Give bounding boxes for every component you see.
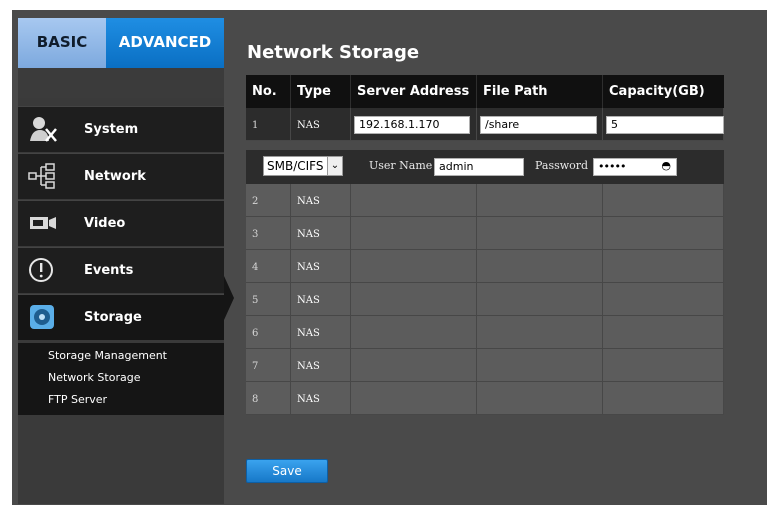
submenu-storage-management[interactable]: Storage Management <box>48 349 167 362</box>
storage-submenu: Storage Management Network Storage FTP S… <box>18 343 224 415</box>
sidebar-item-events[interactable]: Events <box>18 247 224 293</box>
row-number: 8 <box>246 382 291 415</box>
row-type: NAS <box>291 217 351 250</box>
file-path-input[interactable]: /share <box>480 116 597 134</box>
password-mask: ••••• <box>598 160 626 173</box>
server-address-cell <box>351 283 477 316</box>
tab-advanced[interactable]: ADVANCED <box>106 18 224 68</box>
capacity-cell: 5 <box>603 108 724 141</box>
file-path-cell <box>477 217 603 250</box>
row-type: NAS <box>291 382 351 415</box>
capacity-cell <box>603 250 724 283</box>
username-input[interactable]: admin <box>434 158 524 176</box>
table-row[interactable]: 5 NAS <box>246 283 724 316</box>
table-header: No. Type Server Address File Path Capaci… <box>246 75 724 108</box>
row-type: NAS <box>291 250 351 283</box>
page-title: Network Storage <box>247 42 420 63</box>
row-type: NAS <box>291 108 351 141</box>
sidebar-item-system[interactable]: System <box>18 106 224 152</box>
table-row[interactable]: 7 NAS <box>246 349 724 382</box>
nas-auth-row: SMB/CIFS ⌄ User Name admin Password ••••… <box>246 150 724 184</box>
header-no: No. <box>246 75 291 108</box>
server-address-cell <box>351 316 477 349</box>
protocol-value: SMB/CIFS <box>267 159 324 173</box>
capacity-input[interactable]: 5 <box>606 116 724 134</box>
active-item-pointer <box>224 276 234 320</box>
submenu-network-storage[interactable]: Network Storage <box>48 371 140 384</box>
table-row[interactable]: 4 NAS <box>246 250 724 283</box>
row-type: NAS <box>291 184 351 217</box>
password-label: Password <box>535 159 589 172</box>
sidebar-item-network[interactable]: Network <box>18 153 224 199</box>
capacity-cell <box>603 316 724 349</box>
submenu-ftp-server[interactable]: FTP Server <box>48 393 107 406</box>
sidebar-item-label: System <box>84 122 139 137</box>
row-type: NAS <box>291 349 351 382</box>
server-address-cell <box>351 382 477 415</box>
video-camera-icon <box>30 217 56 229</box>
sidebar-item-label: Network <box>84 169 146 184</box>
header-server-address: Server Address <box>351 75 477 108</box>
row-number: 4 <box>246 250 291 283</box>
row-number: 3 <box>246 217 291 250</box>
sidebar-item-label: Video <box>84 216 126 231</box>
storage-disk-icon <box>30 305 54 329</box>
table-row[interactable]: 2 NAS <box>246 184 724 217</box>
table-row[interactable]: 8 NAS <box>246 382 724 415</box>
system-tools-icon <box>30 117 57 142</box>
table-row[interactable]: 3 NAS <box>246 217 724 250</box>
sidebar-item-label: Events <box>84 263 134 278</box>
file-path-cell <box>477 184 603 217</box>
header-file-path: File Path <box>477 75 603 108</box>
show-password-icon[interactable]: ◓ <box>661 158 671 174</box>
capacity-cell <box>603 184 724 217</box>
table-row[interactable]: 6 NAS <box>246 316 724 349</box>
row-number: 2 <box>246 184 291 217</box>
row-number: 1 <box>246 108 291 141</box>
protocol-select[interactable]: SMB/CIFS ⌄ <box>263 156 343 176</box>
file-path-cell <box>477 250 603 283</box>
save-button[interactable]: Save <box>246 459 328 483</box>
table-row[interactable]: 1 NAS 192.168.1.170 /share 5 <box>246 108 724 141</box>
tab-basic[interactable]: BASIC <box>18 18 106 68</box>
row-number: 5 <box>246 283 291 316</box>
server-address-cell <box>351 349 477 382</box>
file-path-cell <box>477 382 603 415</box>
row-type: NAS <box>291 283 351 316</box>
sidebar-item-label: Storage <box>84 310 142 325</box>
sidebar-spacer <box>18 68 224 98</box>
file-path-cell <box>477 316 603 349</box>
server-address-cell <box>351 250 477 283</box>
row-type: NAS <box>291 316 351 349</box>
capacity-cell <box>603 382 724 415</box>
server-address-input[interactable]: 192.168.1.170 <box>354 116 470 134</box>
username-label: User Name <box>369 159 433 172</box>
sidebar-item-video[interactable]: Video <box>18 200 224 246</box>
capacity-cell <box>603 283 724 316</box>
row-number: 7 <box>246 349 291 382</box>
sidebar: BASIC ADVANCED System Network Video Even… <box>18 18 234 504</box>
app-window: BASIC ADVANCED System Network Video Even… <box>12 10 767 505</box>
alert-icon <box>29 258 53 282</box>
password-input[interactable]: ••••• ◓ <box>593 158 677 176</box>
network-icon <box>28 163 55 189</box>
file-path-cell: /share <box>477 108 603 141</box>
file-path-cell <box>477 283 603 316</box>
server-address-cell <box>351 217 477 250</box>
row-number: 6 <box>246 316 291 349</box>
header-type: Type <box>291 75 351 108</box>
server-address-cell: 192.168.1.170 <box>351 108 477 141</box>
capacity-cell <box>603 217 724 250</box>
server-address-cell <box>351 184 477 217</box>
sidebar-item-storage[interactable]: Storage <box>18 294 224 340</box>
chevron-down-icon: ⌄ <box>327 157 342 175</box>
header-capacity: Capacity(GB) <box>609 84 705 99</box>
mode-tabs: BASIC ADVANCED <box>18 18 224 68</box>
capacity-cell <box>603 349 724 382</box>
file-path-cell <box>477 349 603 382</box>
